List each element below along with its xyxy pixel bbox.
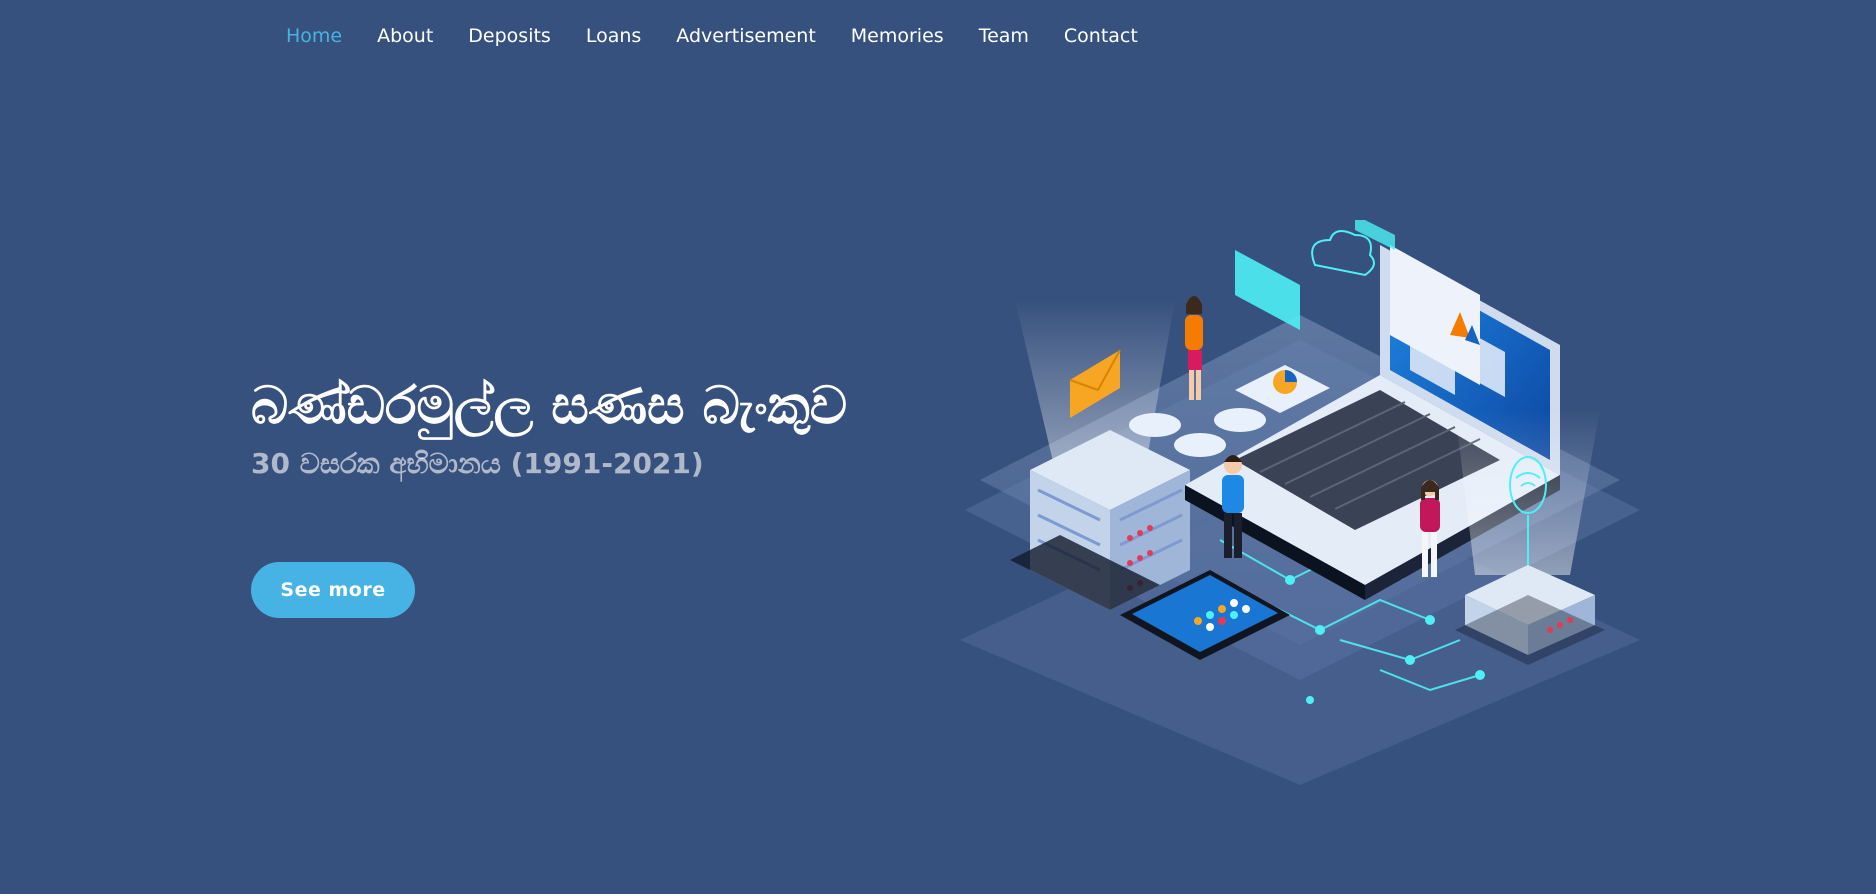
nav-contact-link[interactable]: Contact [1064,25,1138,47]
isometric-technology-illustration-icon [960,220,1640,785]
nav-advertisement-link[interactable]: Advertisement [676,25,815,47]
main-nav: Home About Deposits Loans Advertisement … [0,0,1876,72]
hero-title: බණ්ඩරමුල්ල සණස බැංකුව [251,375,848,436]
nav-team-link[interactable]: Team [979,25,1029,47]
see-more-button[interactable]: See more [251,562,415,618]
hero-illustration [960,220,1650,800]
nav-home-link[interactable]: Home [286,25,342,47]
nav-loans-link[interactable]: Loans [586,25,641,47]
page: Home About Deposits Loans Advertisement … [0,0,1876,894]
nav-about-link[interactable]: About [377,25,433,47]
nav-deposits-link[interactable]: Deposits [468,25,551,47]
nav-memories-link[interactable]: Memories [851,25,944,47]
hero-text: බණ්ඩරමුල්ල සණස බැංකුව 30 වසරක අභිමානය (1… [251,372,971,484]
hero-subtitle: 30 වසරක අභිමානය (1991-2021) [251,447,704,480]
